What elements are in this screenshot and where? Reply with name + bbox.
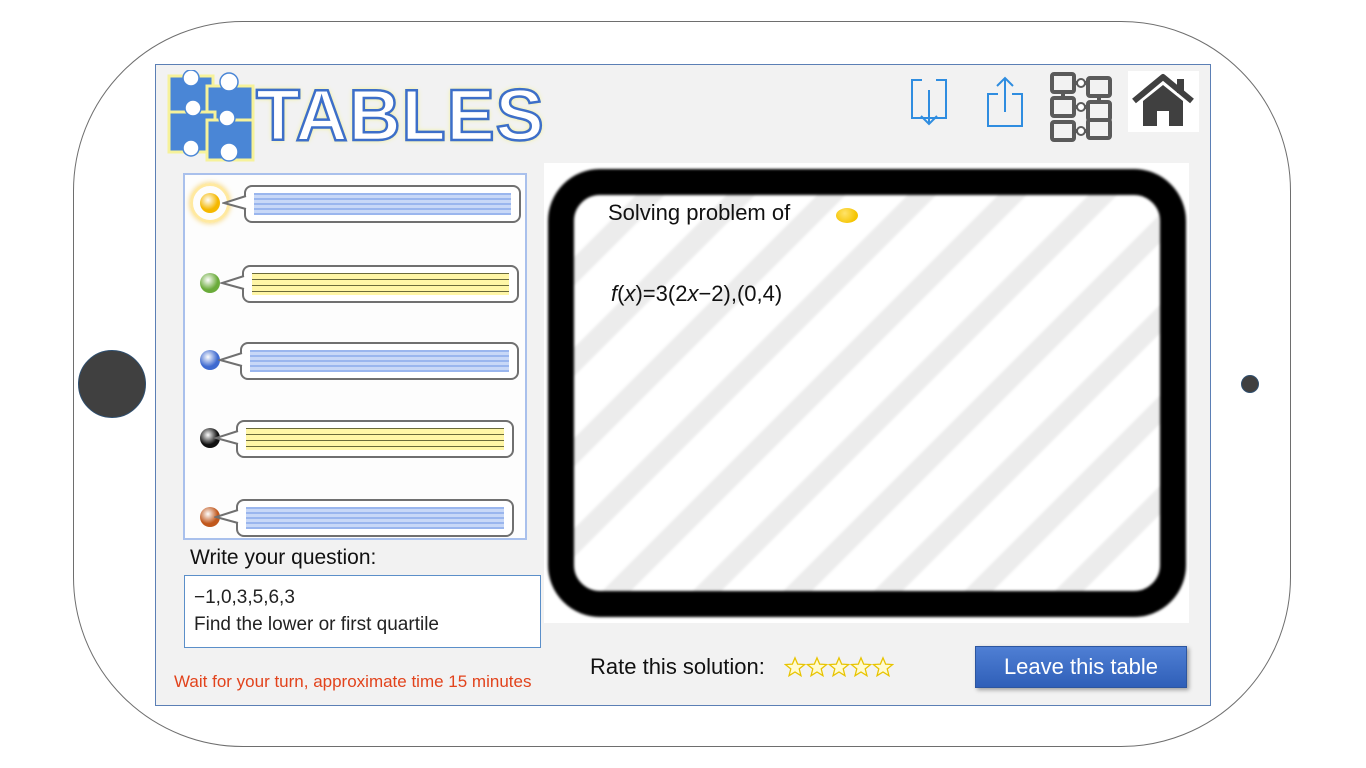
chat-message-lines (246, 428, 504, 450)
rating-label: Rate this solution: (590, 654, 765, 679)
chat-user-dot (200, 350, 220, 370)
wait-status: Wait for your turn, approximate time 15 … (174, 672, 532, 691)
whiteboard-frame (548, 169, 1186, 617)
chat-message-lines (246, 507, 504, 529)
whiteboard (544, 163, 1189, 623)
chat-bubble-tail (214, 430, 239, 445)
chat-user-dot (200, 193, 220, 213)
chat-message-lines (250, 350, 509, 372)
app-logo-text: TABLES (255, 75, 545, 158)
chat-message-bubble[interactable] (236, 499, 514, 537)
chat-user-dot (200, 273, 220, 293)
device-home-button[interactable] (78, 350, 146, 418)
chat-message-lines (252, 273, 509, 295)
star-icon[interactable] (872, 652, 894, 682)
solver-indicator (836, 208, 858, 223)
sitemap-icon[interactable] (1048, 70, 1116, 144)
question-line-1: −1,0,3,5,6,3 (194, 587, 295, 608)
star-icon[interactable] (806, 652, 828, 682)
home-icon[interactable] (1128, 71, 1199, 132)
share-icon[interactable] (984, 76, 1026, 128)
chat-bubble-tail (220, 275, 245, 290)
download-icon[interactable] (908, 76, 950, 128)
chat-message-bubble[interactable] (240, 342, 519, 380)
rating-stars[interactable] (784, 652, 894, 684)
star-icon[interactable] (784, 652, 806, 682)
chat-bubble-tail (218, 352, 243, 367)
star-icon[interactable] (828, 652, 850, 682)
device-camera (1241, 375, 1259, 393)
question-label: Write your question: (190, 546, 377, 569)
chat-message-bubble[interactable] (242, 265, 519, 303)
star-icon[interactable] (850, 652, 872, 682)
board-title: Solving problem of (608, 200, 791, 225)
board-formula: f(x)=3(2x−2),(0,4) (611, 281, 783, 306)
chat-bubble-tail (214, 509, 239, 524)
chat-message-lines (254, 193, 511, 215)
chat-bubble-tail (222, 195, 247, 210)
chat-message-bubble[interactable] (236, 420, 514, 458)
chat-message-bubble[interactable] (244, 185, 521, 223)
question-input[interactable]: −1,0,3,5,6,3 Find the lower or first qua… (184, 575, 541, 648)
leave-table-button[interactable]: Leave this table (975, 646, 1187, 688)
question-line-2: Find the lower or first quartile (194, 614, 439, 635)
